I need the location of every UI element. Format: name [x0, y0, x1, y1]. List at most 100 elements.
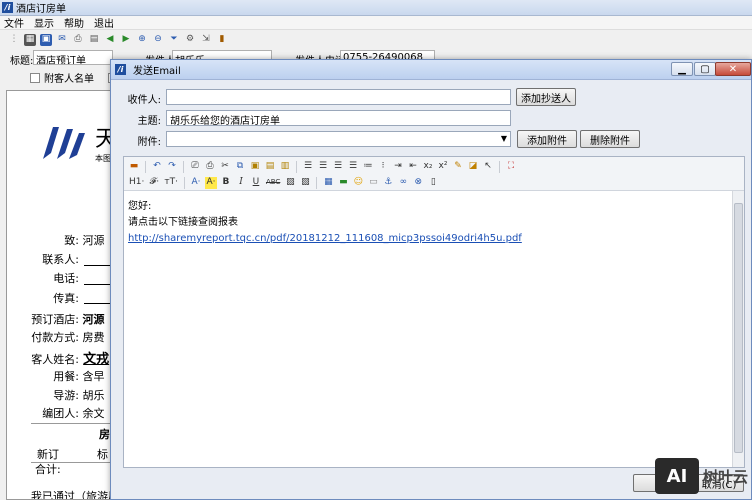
- justify-icon[interactable]: ☰: [347, 161, 359, 173]
- redo-icon[interactable]: ↷: [166, 161, 178, 173]
- scrollbar-thumb[interactable]: [734, 203, 743, 453]
- barcode-icon[interactable]: ▦: [24, 33, 36, 46]
- main-window-titlebar: /i 酒店订房单: [0, 0, 752, 16]
- email-icon[interactable]: ✉: [56, 34, 68, 46]
- grip-icon: ⋮: [9, 34, 19, 44]
- report-link[interactable]: http://sharemyreport.tqc.cn/pdf/20181212…: [128, 231, 728, 247]
- cut-icon[interactable]: ✂: [219, 161, 231, 173]
- close-button[interactable]: ✕: [715, 62, 751, 76]
- cursor-icon[interactable]: ↖: [482, 161, 494, 173]
- emoticon-icon[interactable]: ☺: [352, 177, 364, 189]
- watermark-text: 树叶云: [702, 467, 748, 486]
- attach-list-checkbox-row[interactable]: 附客人名单: [30, 70, 118, 85]
- settings-icon[interactable]: ⚙: [184, 34, 196, 46]
- doc-row-payment: 付款方式: 房费: [31, 331, 105, 344]
- superscript-icon[interactable]: x²: [437, 161, 449, 173]
- save-icon[interactable]: ▣: [40, 33, 52, 46]
- subscript-icon[interactable]: x₂: [422, 161, 434, 173]
- source-icon[interactable]: ▬: [128, 161, 140, 173]
- page-break-icon[interactable]: ▭: [367, 177, 379, 189]
- menu-view[interactable]: 显示: [34, 15, 54, 30]
- format-painter-icon[interactable]: ▨: [284, 177, 296, 189]
- menu-exit[interactable]: 退出: [94, 15, 114, 30]
- attach-list-checkbox[interactable]: [30, 72, 40, 83]
- attach-label: 附件:: [137, 137, 161, 148]
- print-icon[interactable]: ⎙: [204, 161, 216, 173]
- editor-content[interactable]: 您好: 请点击以下链接查阅报表 http://sharemyreport.tqc…: [124, 191, 732, 467]
- minimize-button[interactable]: ▁: [671, 62, 693, 76]
- zoom-out-icon[interactable]: ⊖: [152, 34, 164, 46]
- to-label: 收件人:: [127, 95, 161, 106]
- maximize-button[interactable]: ▢: [694, 62, 716, 76]
- select-all-icon[interactable]: ◪: [467, 161, 479, 173]
- align-center-icon[interactable]: ☰: [317, 161, 329, 173]
- editor-toolbar-row-2: H1· 𝓕· тT· A· A· B I U ABC ▨ ▧ ▦ ▬ ☺ ▭ ⚓…: [128, 175, 439, 190]
- add-cc-button[interactable]: 添加抄送人: [516, 88, 576, 106]
- font-family-dropdown[interactable]: 𝓕·: [148, 177, 160, 189]
- image-icon[interactable]: ▬: [337, 177, 349, 189]
- menu-help[interactable]: 帮助: [64, 15, 84, 30]
- prev-icon[interactable]: ◀: [104, 34, 116, 46]
- undo-icon[interactable]: ↶: [151, 161, 163, 173]
- highlight-color-dropdown[interactable]: A·: [204, 176, 217, 189]
- align-left-icon[interactable]: ☰: [302, 161, 314, 173]
- separator: [183, 160, 184, 173]
- editor-toolbar-row-1: ▬ ↶ ↷ ⎚ ⎙ ✂ ⧉ ▣ ▤ ▥ ☰ ☰ ☰ ☰ ≔ ⁝ ⇥ ⇤ x₂ x…: [128, 159, 517, 174]
- ordered-list-icon[interactable]: ≔: [362, 161, 374, 173]
- paste-text-icon[interactable]: ▤: [264, 161, 276, 173]
- separator: [499, 160, 500, 173]
- paste-icon[interactable]: ▣: [249, 161, 261, 173]
- to-input[interactable]: [166, 89, 511, 105]
- print-icon[interactable]: ⎙: [72, 34, 84, 46]
- about-icon[interactable]: ▯: [427, 177, 439, 189]
- font-color-dropdown[interactable]: A·: [190, 177, 202, 189]
- anchor-icon[interactable]: ⚓: [382, 177, 394, 189]
- italic-button[interactable]: I: [235, 177, 247, 189]
- next-icon[interactable]: ▶: [120, 34, 132, 46]
- editor-scrollbar[interactable]: [732, 191, 744, 467]
- menu-bar: 文件 显示 帮助 退出: [0, 16, 752, 30]
- watermark-logo: AI: [654, 458, 699, 494]
- preview-icon[interactable]: ▤: [88, 34, 100, 46]
- zoom-in-icon[interactable]: ⊕: [136, 34, 148, 46]
- underline-button[interactable]: U: [250, 177, 262, 189]
- clear-format-icon[interactable]: ✎: [452, 161, 464, 173]
- subject-input[interactable]: 胡乐乐给您的酒店订房单: [166, 110, 511, 126]
- bold-button[interactable]: B: [220, 177, 232, 189]
- doc-row-meal: 用餐: 含早: [53, 370, 105, 383]
- unlink-icon[interactable]: ⊗: [412, 177, 424, 189]
- delete-attachment-button[interactable]: 删除附件: [580, 130, 640, 148]
- watermark: AI 树叶云: [654, 458, 748, 494]
- title-field[interactable]: 酒店预订单: [33, 50, 113, 65]
- copy-icon[interactable]: ⧉: [234, 161, 246, 173]
- chevron-down-icon[interactable]: ▼: [501, 134, 507, 143]
- doc-row-hotel: 预订酒店: 河源: [31, 313, 105, 326]
- font-size-dropdown[interactable]: тT·: [163, 177, 179, 189]
- door-icon[interactable]: ▮: [216, 34, 228, 46]
- menu-file[interactable]: 文件: [4, 15, 24, 30]
- heading-dropdown[interactable]: H1·: [128, 177, 145, 189]
- align-right-icon[interactable]: ☰: [332, 161, 344, 173]
- preview-icon[interactable]: ⎚: [189, 161, 201, 173]
- outdent-icon[interactable]: ⇤: [407, 161, 419, 173]
- doc-row-fax: 传真:: [53, 292, 79, 305]
- indent-icon[interactable]: ⇥: [392, 161, 404, 173]
- remove-format-icon[interactable]: ▧: [299, 177, 311, 189]
- doc-table-cell: 标: [97, 448, 108, 461]
- paste-word-icon[interactable]: ▥: [279, 161, 291, 173]
- link-icon[interactable]: ∞: [397, 177, 409, 189]
- strikethrough-button[interactable]: ABC: [265, 177, 281, 189]
- editor-toolbar: ▬ ↶ ↷ ⎚ ⎙ ✂ ⧉ ▣ ▤ ▥ ☰ ☰ ☰ ☰ ≔ ⁝ ⇥ ⇤ x₂ x…: [124, 157, 744, 191]
- main-toolbar: ⋮ ▦ ▣ ✉ ⎙ ▤ ◀ ▶ ⊕ ⊖ ⏷ ⚙ ⇲ ▮: [0, 31, 752, 48]
- doc-row-guide: 导游: 胡乐: [53, 389, 105, 402]
- table-icon[interactable]: ▦: [322, 177, 334, 189]
- unordered-list-icon[interactable]: ⁝: [377, 161, 389, 173]
- subject-label: 主题:: [137, 116, 161, 127]
- export-icon[interactable]: ⇲: [200, 34, 212, 46]
- doc-row-contact: 联系人:: [42, 253, 79, 266]
- filter-icon[interactable]: ⏷: [168, 34, 180, 46]
- attach-select[interactable]: ▼: [166, 131, 511, 147]
- body-greeting: 您好:: [128, 201, 152, 212]
- add-attachment-button[interactable]: 添加附件: [517, 130, 577, 148]
- fullscreen-icon[interactable]: ⛶: [505, 161, 517, 173]
